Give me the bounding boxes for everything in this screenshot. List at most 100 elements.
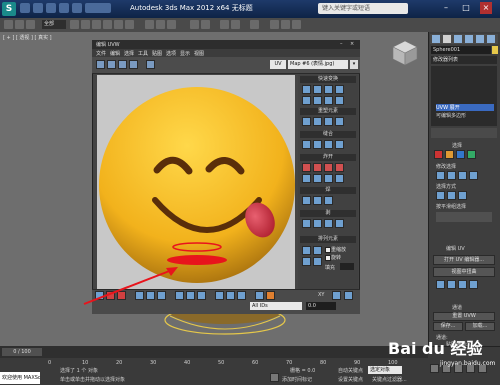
curve-editor-icon[interactable]: [220, 20, 229, 29]
key-filters-button[interactable]: 关键点过滤器...: [372, 376, 407, 383]
uvw-close-icon[interactable]: ×: [350, 41, 354, 47]
minimize-icon[interactable]: –: [440, 2, 452, 14]
add-time-tag[interactable]: 添加时间标记: [282, 376, 312, 383]
region-select-icon[interactable]: [92, 20, 101, 29]
grow-shrink-buttons[interactable]: [436, 171, 492, 180]
quick-transform-header[interactable]: 快速变换: [300, 76, 356, 83]
uv-mirror-icon[interactable]: [146, 60, 155, 69]
weld-tools[interactable]: [302, 196, 354, 206]
menu-mapping[interactable]: 贴图: [152, 50, 162, 57]
angle-snap-icon[interactable]: [156, 20, 165, 29]
edit-uv-tools[interactable]: [436, 280, 492, 289]
time-slider[interactable]: 0 / 100: [2, 348, 42, 356]
uv-move-icon[interactable]: [96, 60, 105, 69]
stack-tools[interactable]: [431, 128, 497, 138]
modify-tab-icon[interactable]: [443, 35, 451, 43]
stack-item-unwrap[interactable]: UVW 展开: [436, 104, 494, 111]
peel-header[interactable]: 剥: [300, 210, 356, 217]
redo-icon[interactable]: [72, 3, 82, 13]
reshape-header[interactable]: 重塑元素: [300, 108, 356, 115]
arrange-elements-header[interactable]: 排列元素: [300, 236, 356, 243]
undo-tool-icon[interactable]: [4, 20, 13, 29]
render-frame-icon[interactable]: [281, 20, 290, 29]
texture-map-selector[interactable]: Map #6 (表情.jpg): [288, 60, 348, 69]
utilities-tab-icon[interactable]: [487, 35, 495, 43]
key-mode-dropdown[interactable]: 选定对象: [368, 366, 402, 374]
peel-tools[interactable]: [302, 219, 354, 229]
map-selector-arrow-icon[interactable]: ▾: [350, 60, 358, 69]
uvw-editor-titlebar[interactable]: [92, 40, 360, 49]
modifier-list-dropdown[interactable]: 修改器列表: [431, 56, 497, 64]
by-smoothing-label[interactable]: 按平滑组选择: [436, 203, 466, 210]
menu-options[interactable]: 选项: [166, 50, 176, 57]
arrange-tools[interactable]: [302, 246, 322, 266]
channel-header[interactable]: 通道: [452, 304, 462, 311]
display-tab-icon[interactable]: [476, 35, 484, 43]
uv-rotate-icon[interactable]: [107, 60, 116, 69]
uv-coordinate-icon[interactable]: [332, 291, 341, 300]
unlink-tool-icon[interactable]: [26, 20, 35, 29]
uv-texture-canvas[interactable]: [97, 75, 295, 289]
create-tab-icon[interactable]: [432, 35, 440, 43]
open-uv-editor-button[interactable]: 打开 UV 编辑器...: [433, 255, 495, 265]
schematic-view-icon[interactable]: [231, 20, 240, 29]
render-setup-icon[interactable]: [270, 20, 279, 29]
render-icon[interactable]: [292, 20, 301, 29]
padding-input[interactable]: [340, 263, 354, 270]
zoom-value-field[interactable]: 0.0: [306, 302, 336, 310]
smoothing-group-controls[interactable]: [436, 212, 492, 222]
hierarchy-tab-icon[interactable]: [454, 35, 462, 43]
quick-transform-tools[interactable]: [302, 85, 354, 105]
select-by-buttons[interactable]: [436, 191, 492, 200]
uv-scale-icon[interactable]: [118, 60, 127, 69]
load-button[interactable]: 加载...: [465, 322, 495, 331]
timeline[interactable]: [0, 346, 428, 358]
viewcube-icon[interactable]: [390, 38, 420, 68]
select-object-icon[interactable]: [70, 20, 79, 29]
move-icon[interactable]: [103, 20, 112, 29]
stitch-tools[interactable]: [302, 140, 354, 150]
maxscript-listener[interactable]: 欢迎使用 MAXSc: [0, 372, 40, 384]
select-rollout-header[interactable]: 选择: [452, 142, 462, 149]
menu-view[interactable]: 视图: [194, 50, 204, 57]
close-icon[interactable]: ×: [480, 2, 492, 14]
mirror-icon[interactable]: [190, 20, 199, 29]
subobject-buttons[interactable]: [434, 150, 494, 160]
auto-key-label[interactable]: 自动关键点: [338, 367, 363, 374]
uv-space-dropdown[interactable]: UV: [270, 60, 286, 69]
workspace-selector[interactable]: [85, 3, 111, 13]
edit-uvs-header[interactable]: 编辑 UV: [446, 245, 465, 252]
viewport-label[interactable]: [ + ] [ 透视 ] [ 真实 ]: [3, 34, 52, 41]
uv-freeform-icon[interactable]: [129, 60, 138, 69]
uvw-minimize-icon[interactable]: –: [340, 41, 343, 47]
rotate-icon[interactable]: [114, 20, 123, 29]
snap-icon[interactable]: [145, 20, 154, 29]
save-file-icon[interactable]: [46, 3, 56, 13]
tweak-in-view-button[interactable]: 视图中扭曲: [433, 267, 495, 277]
explode-tools[interactable]: [302, 163, 354, 183]
object-color-swatch[interactable]: [492, 46, 498, 54]
menu-edit[interactable]: 编辑: [110, 50, 120, 57]
open-file-icon[interactable]: [33, 3, 43, 13]
percent-snap-icon[interactable]: [167, 20, 176, 29]
stack-item-editable-poly[interactable]: 可编辑多边形: [436, 112, 466, 119]
stitch-header[interactable]: 缝合: [300, 131, 356, 138]
play-icon[interactable]: [430, 364, 439, 373]
object-name-field[interactable]: Sphere001: [431, 46, 491, 54]
selection-filter-dropdown[interactable]: 全部: [42, 20, 66, 29]
scale-icon[interactable]: [125, 20, 134, 29]
save-button[interactable]: 保存...: [433, 322, 463, 331]
select-by-name-icon[interactable]: [81, 20, 90, 29]
link-tool-icon[interactable]: [15, 20, 24, 29]
maximize-icon[interactable]: □: [460, 2, 472, 14]
new-file-icon[interactable]: [20, 3, 30, 13]
reshape-tools[interactable]: [302, 117, 354, 127]
motion-tab-icon[interactable]: [465, 35, 473, 43]
align-icon[interactable]: [201, 20, 210, 29]
menu-file[interactable]: 文件: [96, 50, 106, 57]
id-filter-dropdown[interactable]: All IDs: [250, 302, 302, 310]
set-key-label[interactable]: 设置关键点: [338, 376, 363, 383]
undo-icon[interactable]: [59, 3, 69, 13]
explode-header[interactable]: 炸开: [300, 154, 356, 161]
app-logo-icon[interactable]: S: [2, 2, 16, 16]
